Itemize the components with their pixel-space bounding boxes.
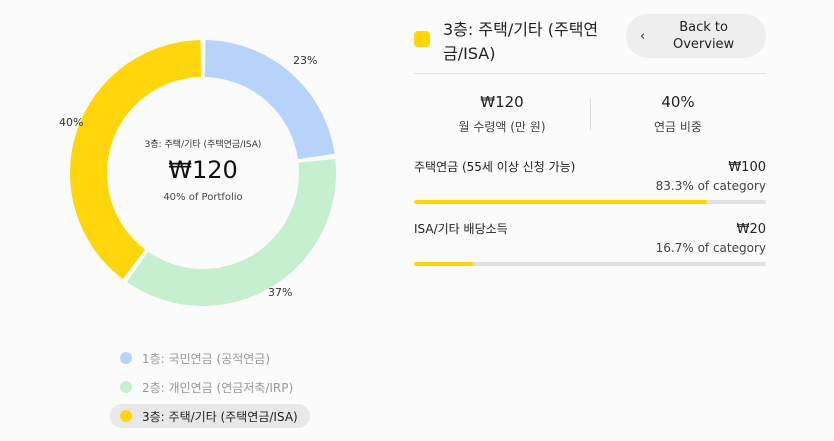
legend-dot bbox=[120, 381, 132, 393]
stat-label: 월 수령액 (만 원) bbox=[458, 120, 546, 134]
progress-track bbox=[414, 200, 766, 204]
stat-label: 연금 비중 bbox=[654, 120, 702, 134]
detail-title-group: 3층: 주택/기타 (주택연금/ISA) bbox=[414, 14, 613, 66]
legend-label: 1층: 국민연금 (공적연금) bbox=[142, 351, 271, 366]
back-to-overview-button[interactable]: ‹ Back to Overview bbox=[626, 14, 766, 58]
slice-label-3: 40% bbox=[59, 116, 84, 129]
donut-svg bbox=[70, 40, 336, 306]
stats-divider bbox=[590, 98, 591, 130]
legend-item-tier3[interactable]: 3층: 주택/기타 (주택연금/ISA) bbox=[110, 404, 310, 428]
legend-label: 3층: 주택/기타 (주택연금/ISA) bbox=[142, 409, 298, 424]
item-value: ₩100 bbox=[728, 160, 766, 175]
chart-legend: 1층: 국민연금 (공적연금) 2층: 개인연금 (연금저축/IRP) 3층: … bbox=[110, 346, 310, 433]
chevron-left-icon: ‹ bbox=[640, 28, 646, 44]
stat-value: ₩120 bbox=[480, 93, 524, 111]
stats-row: ₩120 월 수령액 (만 원) 40% 연금 비중 bbox=[414, 74, 766, 154]
item-name: 주택연금 (55세 이상 신청 가능) bbox=[414, 160, 576, 174]
item-percent: 16.7% of category bbox=[655, 241, 766, 255]
item-value: ₩20 bbox=[736, 222, 766, 237]
donut-slice-3[interactable] bbox=[70, 40, 202, 280]
back-button-label: Back to Overview bbox=[672, 20, 735, 52]
progress-track bbox=[414, 262, 766, 266]
legend-label: 2층: 개인연금 (연금저축/IRP) bbox=[142, 380, 294, 395]
donut-chart bbox=[70, 40, 336, 306]
detail-title: 3층: 주택/기타 (주택연금/ISA) bbox=[443, 20, 599, 63]
progress-fill bbox=[414, 200, 708, 204]
stat-monthly-amount: ₩120 월 수령액 (만 원) bbox=[414, 93, 590, 135]
item-name: ISA/기타 배당소득 bbox=[414, 222, 508, 236]
progress-fill bbox=[414, 262, 473, 266]
breakdown-item-isa: ISA/기타 배당소득 ₩20 16.7% of category bbox=[414, 216, 766, 278]
item-percent: 83.3% of category bbox=[655, 179, 766, 193]
legend-item-tier2[interactable]: 2층: 개인연금 (연금저축/IRP) bbox=[110, 375, 310, 399]
detail-header: 3층: 주택/기타 (주택연금/ISA) ‹ Back to Overview bbox=[414, 14, 766, 74]
category-color-icon bbox=[414, 31, 430, 47]
legend-dot bbox=[120, 410, 132, 422]
slice-label-2: 37% bbox=[268, 286, 293, 299]
donut-slice-2[interactable] bbox=[126, 158, 336, 306]
legend-item-tier1[interactable]: 1층: 국민연금 (공적연금) bbox=[110, 346, 310, 370]
stat-value: 40% bbox=[661, 93, 695, 111]
legend-dot bbox=[120, 352, 132, 364]
slice-label-1: 23% bbox=[293, 54, 318, 67]
detail-panel: 3층: 주택/기타 (주택연금/ISA) ‹ Back to Overview … bbox=[414, 14, 766, 278]
breakdown-item-housing-pension: 주택연금 (55세 이상 신청 가능) ₩100 83.3% of catego… bbox=[414, 154, 766, 216]
stat-pension-share: 40% 연금 비중 bbox=[590, 93, 766, 135]
